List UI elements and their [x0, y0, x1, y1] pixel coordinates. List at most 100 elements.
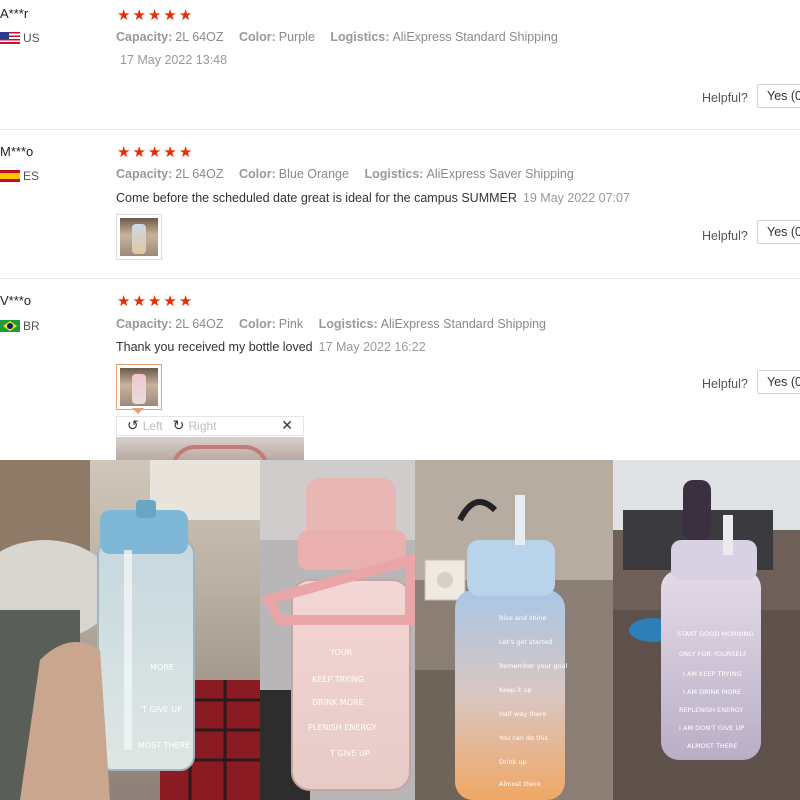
country-code: US: [23, 31, 40, 45]
country-code: BR: [23, 319, 40, 333]
color-value: Blue Orange: [278, 167, 349, 181]
bottle-text: Half way there: [499, 710, 546, 718]
star-icon: ★: [163, 143, 177, 161]
reviewer-name: M***o: [0, 144, 34, 159]
star-icon: ★: [178, 292, 193, 310]
star-rating: ★ ★ ★ ★ ★: [117, 8, 192, 23]
image-viewer-toolbar: ↺ Left ↻ Right ✕: [116, 416, 304, 436]
star-icon: ★: [178, 6, 193, 24]
capacity-value: 2L 64OZ: [175, 167, 224, 181]
star-icon: ★: [117, 143, 131, 161]
review-photo-gradient-bottle: Rise and shine Let's get started Remembe…: [415, 460, 613, 800]
rotate-right-icon: ↻: [172, 418, 185, 434]
us-flag-icon: [0, 32, 20, 44]
bottle-text: DRINK MORE: [312, 698, 364, 707]
color-label: Color:: [238, 317, 276, 331]
image-viewer-preview: [116, 437, 304, 460]
bottle-text: START GOOD MORNING: [677, 630, 753, 638]
rotate-left-icon: ↺: [127, 418, 139, 434]
logistics-value: AliExpress Standard Shipping: [380, 317, 546, 331]
bottle-text: Let's get started: [499, 638, 552, 646]
logistics-label: Logistics:: [364, 167, 424, 181]
bottle-text: Drink up: [499, 758, 527, 766]
bottle-text: Keep it up: [499, 686, 532, 694]
star-rating: ★ ★ ★ ★ ★: [117, 294, 192, 309]
reviewer-name: V***o: [0, 293, 32, 308]
country-code: ES: [23, 169, 40, 183]
bottle-text: ONLY FOR YOURSELF: [679, 650, 747, 658]
bottle-text: Almost there: [499, 780, 541, 788]
color-label: Color:: [238, 167, 276, 181]
capacity-label: Capacity:: [116, 167, 173, 181]
review-date: 19 May 2022 07:07: [522, 191, 630, 205]
star-rating: ★ ★ ★ ★ ★: [117, 145, 192, 160]
helpful-yes-button[interactable]: Yes (0: [757, 84, 800, 108]
review-item: A***r US ★ ★ ★ ★ ★ Capacity: 2L 64OZ Colo…: [0, 0, 800, 129]
reviewer-name: A***r: [0, 6, 29, 21]
logistics-label: Logistics:: [318, 317, 378, 331]
review-photo-thumbnail[interactable]: [116, 214, 162, 260]
star-icon: ★: [147, 6, 162, 24]
comment-text: Thank you received my bottle loved: [116, 340, 313, 354]
helpful-yes-button[interactable]: Yes (0: [757, 370, 800, 394]
bottle-text: You can do this: [498, 734, 549, 742]
reviewer-country: US: [0, 31, 40, 45]
star-icon: ★: [147, 143, 162, 161]
rotate-left-button[interactable]: ↺ Left: [127, 418, 163, 434]
comment-text: Come before the scheduled date great is …: [116, 191, 517, 205]
bottle-text: PLENISH ENERGY: [308, 723, 377, 732]
bottle-text: Rise and shine: [499, 614, 547, 622]
capacity-value: 2L 64OZ: [175, 317, 224, 331]
star-icon: ★: [147, 292, 162, 310]
helpful-yes-button[interactable]: Yes (0: [757, 220, 800, 244]
order-info: Capacity: 2L 64OZ Color: Blue Orange Logis…: [116, 167, 586, 181]
review-date: 17 May 2022 16:22: [318, 340, 426, 354]
close-icon[interactable]: ✕: [281, 418, 293, 434]
review-comment: Thank you received my bottle loved 17 May…: [116, 340, 426, 354]
br-flag-icon: [0, 320, 20, 332]
review-photo-blue-bottle: MORE 'T GIVE UP MOST THERE: [0, 460, 260, 800]
bottle-text: MORE: [150, 663, 174, 672]
star-icon: ★: [117, 6, 131, 24]
star-icon: ★: [117, 292, 131, 310]
bottle-text: KEEP TRYING: [312, 675, 364, 684]
rotate-right-button[interactable]: ↻ Right: [173, 418, 217, 434]
logistics-label: Logistics:: [330, 30, 390, 44]
bottle-text: YOUR: [329, 648, 353, 657]
star-icon: ★: [163, 6, 177, 24]
bottle-text: Remember your goal: [499, 662, 568, 670]
logistics-value: AliExpress Saver Shipping: [426, 167, 574, 181]
bottle-text: ALMOST THERE: [687, 742, 738, 750]
es-flag-icon: [0, 170, 20, 182]
bottle-text: REPLENISH ENERGY: [679, 706, 743, 714]
rotate-left-label: Left: [142, 419, 163, 433]
capacity-label: Capacity:: [116, 317, 173, 331]
logistics-value: AliExpress Standard Shipping: [392, 30, 558, 44]
reviewer-country: BR: [0, 319, 40, 333]
bottle-text: I AM DRINK MORE: [683, 688, 741, 696]
review-photo-thumbnail-selected[interactable]: [116, 364, 162, 410]
helpful-label: Helpful?: [702, 91, 748, 105]
color-value: Pink: [278, 317, 304, 331]
bottle-text: I AM KEEP TRYING: [683, 670, 741, 678]
review-comment: Come before the scheduled date great is …: [116, 191, 630, 205]
star-icon: ★: [132, 292, 146, 310]
bottle-text: I AM DON'T GIVE UP: [679, 724, 744, 732]
thumbnail-selected-caret: [132, 408, 144, 414]
bottle-text: T GIVE UP: [329, 749, 370, 758]
star-icon: ★: [178, 143, 193, 161]
star-icon: ★: [163, 292, 177, 310]
color-label: Color:: [238, 30, 276, 44]
review-photo-purple-bottle: START GOOD MORNING ONLY FOR YOURSELF I A…: [613, 460, 800, 800]
helpful-label: Helpful?: [702, 377, 748, 391]
bottle-text: MOST THERE: [138, 741, 190, 750]
review-date: 17 May 2022 13:48: [120, 53, 228, 67]
rotate-right-label: Right: [188, 419, 217, 433]
star-icon: ★: [132, 6, 146, 24]
order-info: Capacity: 2L 64OZ Color: Purple Logistics:…: [116, 30, 570, 44]
capacity-label: Capacity:: [116, 30, 173, 44]
star-icon: ★: [132, 143, 146, 161]
color-value: Purple: [278, 30, 315, 44]
reviewer-country: ES: [0, 169, 39, 183]
order-info: Capacity: 2L 64OZ Color: Pink Logistics: Al…: [116, 317, 558, 331]
